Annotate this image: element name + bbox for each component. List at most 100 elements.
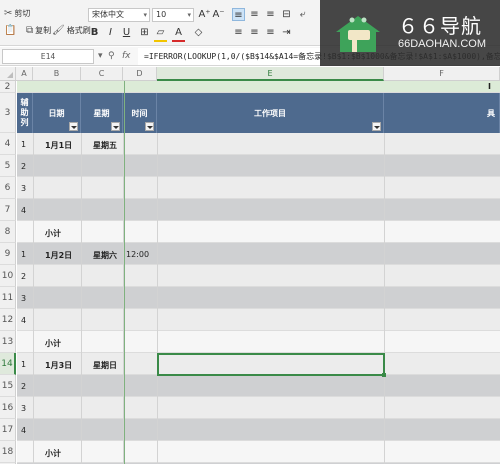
grid-line	[81, 133, 82, 464]
row-header[interactable]: 6	[0, 177, 16, 199]
cell-c[interactable]: 星期六	[93, 250, 117, 261]
cell-a[interactable]: 1	[21, 360, 26, 369]
filter-dropdown-icon[interactable]	[111, 122, 120, 131]
copy-icon: ⧉	[26, 25, 34, 36]
format-painter-icon: 🖌	[52, 25, 65, 36]
table-row	[17, 265, 500, 287]
row-header[interactable]: 16	[0, 397, 16, 419]
align-top-button[interactable]: ≡	[232, 26, 245, 39]
table-row	[17, 397, 500, 419]
underline-button[interactable]: U	[120, 26, 133, 39]
table-row	[17, 177, 500, 199]
cut-button[interactable]: ✂ 剪切	[4, 9, 30, 20]
zoom-icon[interactable]: ⚲	[108, 51, 115, 61]
table-row	[17, 155, 500, 177]
subtotal-row	[17, 331, 500, 353]
cell-a[interactable]: 1	[21, 250, 26, 259]
border-button[interactable]: ⊞	[138, 26, 151, 39]
table-row	[17, 419, 500, 441]
scissors-icon: ✂	[4, 8, 13, 19]
copy-button[interactable]: ⧉ 复制	[26, 26, 51, 37]
cell-b[interactable]: 小计	[45, 338, 61, 349]
fx-button[interactable]: fx	[122, 51, 131, 61]
cell-a[interactable]: 2	[21, 162, 26, 171]
font-color-button[interactable]: A	[172, 26, 185, 39]
row-header[interactable]: 9	[0, 243, 16, 265]
cell-b[interactable]: 小计	[45, 448, 61, 459]
cell-a[interactable]: 4	[21, 206, 26, 215]
row-header[interactable]: 10	[0, 265, 16, 287]
header-cell-detail: 具	[384, 93, 500, 133]
chevron-down-icon[interactable]: ▾	[98, 51, 103, 61]
column-header-e[interactable]: E	[157, 67, 384, 81]
row-header[interactable]: 8	[0, 221, 16, 243]
row-header[interactable]: 13	[0, 331, 16, 353]
cell-b[interactable]: 1月3日	[45, 360, 72, 371]
header-cell-weekday: 星期	[81, 93, 123, 133]
column-header-f[interactable]: F	[384, 67, 500, 81]
align-bottom-button[interactable]: ≡	[264, 26, 277, 39]
select-all-corner[interactable]	[0, 67, 16, 81]
row-header[interactable]: 12	[0, 309, 16, 331]
row-header[interactable]: 17	[0, 419, 16, 441]
cell-c[interactable]: 星期五	[93, 140, 117, 151]
cell-b[interactable]: 1月1日	[45, 140, 72, 151]
clear-format-button[interactable]: ◇	[192, 26, 205, 39]
cell-c[interactable]: 星期日	[93, 360, 117, 371]
row-header[interactable]: 11	[0, 287, 16, 309]
paste-icon: 📋	[4, 25, 17, 36]
shrink-font-button[interactable]: A⁻	[212, 8, 225, 21]
cell-a[interactable]: 3	[21, 184, 26, 193]
indent-button[interactable]: ⇥	[280, 26, 293, 39]
font-size-select[interactable]: 10 ▾	[152, 8, 194, 22]
align-right-button[interactable]: ≡	[264, 8, 277, 21]
row-header[interactable]: 5	[0, 155, 16, 177]
paste-button[interactable]: 📋	[4, 26, 18, 37]
filter-dropdown-icon[interactable]	[69, 122, 78, 131]
cell-a[interactable]: 4	[21, 316, 26, 325]
cell-a[interactable]: 2	[21, 272, 26, 281]
freeze-pane-line	[124, 81, 125, 464]
column-header-b[interactable]: B	[33, 67, 81, 81]
row-header[interactable]: 2	[0, 81, 16, 93]
cell-a[interactable]: 1	[21, 140, 26, 149]
selected-cell[interactable]	[157, 353, 385, 376]
row-header[interactable]: 7	[0, 199, 16, 221]
font-name-select[interactable]: 宋体中文 ▾	[88, 8, 150, 22]
align-middle-button[interactable]: ≡	[248, 26, 261, 39]
italic-button[interactable]: I	[104, 26, 117, 39]
align-left-button[interactable]: ≡	[232, 8, 245, 21]
merge-cells-button[interactable]: ⊟	[280, 8, 293, 21]
row-header[interactable]: 3	[0, 93, 16, 133]
filter-dropdown-icon[interactable]	[372, 122, 381, 131]
font-color-swatch	[172, 40, 185, 42]
cell-b[interactable]: 1月2日	[45, 250, 72, 261]
cell-b[interactable]: 小计	[45, 228, 61, 239]
grid-line	[384, 133, 385, 464]
row-header[interactable]: 18	[0, 441, 16, 463]
wrap-text-button[interactable]: ⤶	[296, 8, 309, 21]
row-header[interactable]: 4	[0, 133, 16, 155]
row-header[interactable]: 15	[0, 375, 16, 397]
cell-a[interactable]: 3	[21, 404, 26, 413]
format-painter-button[interactable]: 🖌 格式刷	[52, 26, 91, 37]
cell-a[interactable]: 2	[21, 382, 26, 391]
cell-a[interactable]: 3	[21, 294, 26, 303]
column-header-d[interactable]: D	[123, 67, 157, 81]
bold-button[interactable]: B	[88, 26, 101, 39]
row-header[interactable]: 14	[0, 353, 16, 375]
grow-font-button[interactable]: A⁺	[198, 8, 211, 21]
column-header-c[interactable]: C	[81, 67, 123, 81]
cell-d[interactable]: 12:00	[126, 250, 149, 259]
filter-dropdown-icon[interactable]	[145, 122, 154, 131]
fill-color-button[interactable]: ▱	[154, 26, 167, 39]
column-header-a[interactable]: A	[16, 67, 33, 81]
fill-handle[interactable]	[382, 373, 386, 377]
cell-a[interactable]: 4	[21, 426, 26, 435]
align-center-button[interactable]: ≡	[248, 8, 261, 21]
name-box[interactable]: E14	[2, 49, 94, 64]
grid-line	[157, 133, 158, 464]
grid-line	[33, 133, 34, 464]
title-row	[17, 81, 500, 93]
house-logo-icon	[336, 16, 380, 52]
